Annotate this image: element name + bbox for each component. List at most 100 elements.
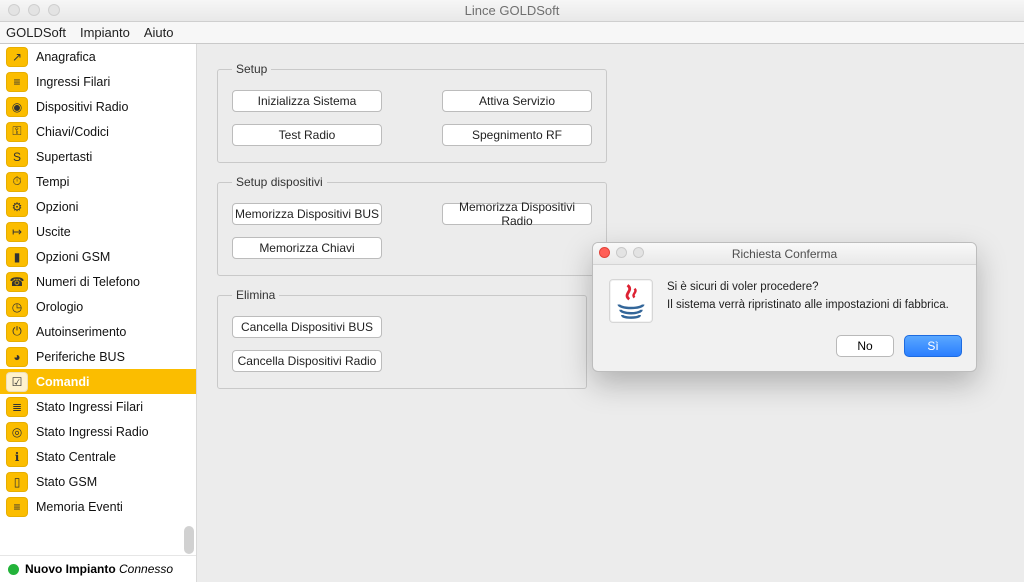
zoom-icon[interactable] [48, 4, 60, 16]
content-pane: Setup Inizializza Sistema Attiva Servizio T… [197, 44, 1024, 582]
sidebar-item-anagrafica[interactable]: ↗︎ Anagrafica [0, 44, 196, 69]
sidebar-item-label: Comandi [36, 375, 89, 389]
sidebar-item-stato-ingressi-filari[interactable]: ≣ Stato Ingressi Filari [0, 394, 196, 419]
key-icon: ⚿ [6, 122, 28, 142]
sidebar-item-stato-ingressi-radio[interactable]: ◎ Stato Ingressi Radio [0, 419, 196, 444]
sidebar-item-periferiche-bus[interactable]: ◕ Periferiche BUS [0, 344, 196, 369]
sidebar-item-label: Opzioni GSM [36, 250, 110, 264]
cancella-dispositivi-bus-button[interactable]: Cancella Dispositivi BUS [232, 316, 382, 338]
window-title: Lince GOLDSoft [0, 3, 1024, 18]
traffic-lights [8, 4, 60, 16]
sidebar-item-numeri-di-telefono[interactable]: ☎ Numeri di Telefono [0, 269, 196, 294]
sidebar-item-orologio[interactable]: ◷ Orologio [0, 294, 196, 319]
dialog-no-button[interactable]: No [836, 335, 894, 357]
cancella-dispositivi-radio-button[interactable]: Cancella Dispositivi Radio [232, 350, 382, 372]
sidebar-item-stato-centrale[interactable]: ℹ Stato Centrale [0, 444, 196, 469]
plant-name: Nuovo Impianto [25, 562, 116, 576]
sidebar-item-ingressi-filari[interactable]: ≡ Ingressi Filari [0, 69, 196, 94]
sidebar-item-label: Stato Ingressi Filari [36, 400, 143, 414]
sidebar: ↗︎ Anagrafica ≡ Ingressi Filari ◉ Dispositivi… [0, 44, 197, 582]
sidebar-item-label: Memoria Eventi [36, 500, 123, 514]
java-icon [609, 279, 653, 323]
sidebar-item-supertasti[interactable]: S Supertasti [0, 144, 196, 169]
sidebar-item-autoinserimento[interactable]: ⏻ Autoinserimento [0, 319, 196, 344]
close-icon[interactable] [8, 4, 20, 16]
dialog-yes-button[interactable]: Sì [904, 335, 962, 357]
spegnimento-rf-button[interactable]: Spegnimento RF [442, 124, 592, 146]
sidebar-item-opzioni-gsm[interactable]: ▮ Opzioni GSM [0, 244, 196, 269]
menu-bar: GOLDSoft Impianto Aiuto [0, 22, 1024, 44]
sidebar-item-label: Opzioni [36, 200, 78, 214]
sidebar-item-dispositivi-radio[interactable]: ◉ Dispositivi Radio [0, 94, 196, 119]
sidebar-footer: Nuovo Impianto Connesso [0, 555, 196, 582]
wires-status-icon: ≣ [6, 397, 28, 417]
sidebar-item-label: Anagrafica [36, 50, 96, 64]
sidebar-item-label: Ingressi Filari [36, 75, 110, 89]
memorizza-chiavi-button[interactable]: Memorizza Chiavi [232, 237, 382, 259]
sidebar-item-label: Orologio [36, 300, 83, 314]
menu-goldsoft[interactable]: GOLDSoft [6, 25, 66, 40]
minimize-icon[interactable] [28, 4, 40, 16]
sidebar-item-label: Periferiche BUS [36, 350, 125, 364]
menu-aiuto[interactable]: Aiuto [144, 25, 174, 40]
sidebar-item-label: Stato Centrale [36, 450, 116, 464]
confirm-dialog: Richiesta Conferma Si è sicuri di voler … [592, 242, 977, 372]
sidebar-item-stato-gsm[interactable]: ▯ Stato GSM [0, 469, 196, 494]
sidebar-item-label: Chiavi/Codici [36, 125, 109, 139]
dialog-message: Si è sicuri di voler procedere? Il siste… [667, 279, 949, 323]
dialog-titlebar: Richiesta Conferma [593, 243, 976, 265]
sidebar-item-memoria-eventi[interactable]: ≡ Memoria Eventi [0, 494, 196, 519]
window-titlebar: Lince GOLDSoft [0, 0, 1024, 22]
memorizza-dispositivi-bus-button[interactable]: Memorizza Dispositivi BUS [232, 203, 382, 225]
sidebar-item-label: Supertasti [36, 150, 92, 164]
inizializza-sistema-button[interactable]: Inizializza Sistema [232, 90, 382, 112]
keys-icon: S [6, 147, 28, 167]
log-icon: ≡ [6, 497, 28, 517]
dialog-zoom-icon [633, 247, 644, 258]
dialog-title: Richiesta Conferma [593, 247, 976, 261]
sidebar-item-label: Autoinserimento [36, 325, 126, 339]
phonebook-icon: ☎ [6, 272, 28, 292]
dial-icon: ◕ [6, 347, 28, 367]
group-legend: Elimina [232, 288, 279, 302]
connection-dot-icon [8, 564, 19, 575]
sidebar-item-label: Dispositivi Radio [36, 100, 128, 114]
bars-icon: ▮ [6, 247, 28, 267]
wires-icon: ≡ [6, 72, 28, 92]
power-icon: ⏻ [6, 322, 28, 342]
sidebar-item-opzioni[interactable]: ⚙ Opzioni [0, 194, 196, 219]
attiva-servizio-button[interactable]: Attiva Servizio [442, 90, 592, 112]
sidebar-item-label: Numeri di Telefono [36, 275, 140, 289]
output-icon: ↦ [6, 222, 28, 242]
wifi-status-icon: ◎ [6, 422, 28, 442]
group-elimina: Elimina Cancella Dispositivi BUS Cancella … [217, 288, 587, 389]
sidebar-item-comandi[interactable]: ☑ Comandi [0, 369, 196, 394]
group-setup: Setup Inizializza Sistema Attiva Servizio T… [217, 62, 607, 163]
sidebar-scrollbar[interactable] [184, 526, 194, 554]
dialog-line2: Il sistema verrà ripristinato alle impos… [667, 297, 949, 315]
sidebar-item-label: Stato Ingressi Radio [36, 425, 149, 439]
sidebar-item-uscite[interactable]: ↦ Uscite [0, 219, 196, 244]
clock-icon: ◷ [6, 297, 28, 317]
route-icon: ↗︎ [6, 47, 28, 67]
checklist-icon: ☑ [6, 372, 28, 392]
sidebar-item-chiavi-codici[interactable]: ⚿ Chiavi/Codici [0, 119, 196, 144]
gears-icon: ⚙ [6, 197, 28, 217]
info-icon: ℹ [6, 447, 28, 467]
test-radio-button[interactable]: Test Radio [232, 124, 382, 146]
dialog-line1: Si è sicuri di voler procedere? [667, 279, 949, 297]
connection-status: Connesso [119, 562, 173, 576]
group-setup-dispositivi: Setup dispositiviMemorizza Dispositivi B… [217, 175, 607, 276]
menu-impianto[interactable]: Impianto [80, 25, 130, 40]
wifi-icon: ◉ [6, 97, 28, 117]
sidebar-item-label: Stato GSM [36, 475, 97, 489]
sidebar-item-label: Tempi [36, 175, 69, 189]
dialog-close-icon[interactable] [599, 247, 610, 258]
sidebar-item-label: Uscite [36, 225, 71, 239]
bars-status-icon: ▯ [6, 472, 28, 492]
sidebar-item-tempi[interactable]: ⏱ Tempi [0, 169, 196, 194]
stopwatch-icon: ⏱ [6, 172, 28, 192]
memorizza-dispositivi-radio-button[interactable]: Memorizza Dispositivi Radio [442, 203, 592, 225]
group-legend: Setup [232, 62, 271, 76]
dialog-minimize-icon [616, 247, 627, 258]
